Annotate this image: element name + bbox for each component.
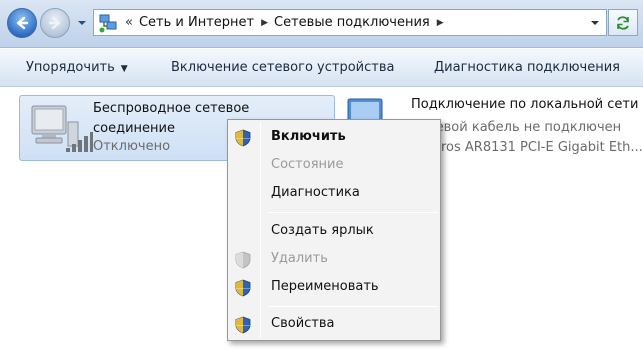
menu-item-enable-label: Включить [271,129,346,144]
menu-item-status-label: Состояние [271,157,344,172]
menu-item-diagnostics-label: Диагностика [271,185,360,200]
uac-shield-icon [235,279,251,297]
uac-shield-icon [235,129,251,147]
organize-button[interactable]: Упорядочить ▼ [26,60,128,75]
menu-item-create-shortcut[interactable]: Создать ярлык [228,219,440,245]
wireless-connection-status: Отключено [93,139,171,154]
forward-button[interactable] [40,8,70,38]
organize-label: Упорядочить [26,60,115,75]
arrow-left-icon [16,16,29,30]
menu-item-rename[interactable]: Переименовать [228,275,440,301]
uac-shield-disabled-icon [235,251,251,269]
diagnose-connection-button[interactable]: Диагностика подключения [434,60,620,75]
lan-connection-title[interactable]: Подключение по локальной сети [411,97,638,112]
menu-item-properties[interactable]: Свойства [228,312,440,338]
breadcrumb-network-connections[interactable]: Сетевые подключения [274,15,430,30]
address-bar[interactable]: « Сеть и Интернет ▶ Сетевые подключения … [93,9,607,36]
menu-separator [268,306,438,307]
chevron-down-icon: ▼ [120,64,128,74]
command-bar: Упорядочить ▼ Включение сетевого устройст… [0,49,643,87]
back-button[interactable] [7,8,37,38]
network-folder-icon [99,14,117,32]
breadcrumb-separator-icon[interactable]: ▶ [437,18,444,28]
recent-pages-dropdown-icon[interactable] [77,18,87,28]
arrow-right-icon [48,16,61,30]
refresh-icon [617,15,629,30]
refresh-button[interactable] [608,9,638,36]
menu-separator [268,212,438,213]
lan-adapter-model: Atheros AR8131 PCI-E Gigabit Eth... [411,140,643,155]
address-strip: « Сеть и Интернет ▶ Сетевые подключения … [0,0,643,48]
context-menu: Включить Состояние Диагностика Создать я… [227,119,441,341]
menu-item-delete-label: Удалить [271,251,328,266]
menu-item-status[interactable]: Состояние [228,153,440,179]
menu-item-rename-label: Переименовать [271,279,379,294]
menu-item-enable[interactable]: Включить [228,125,440,151]
wireless-adapter-icon [31,105,93,152]
lan-connection-status: Сетевой кабель не подключен [411,120,622,135]
breadcrumb-network-internet[interactable]: Сеть и Интернет [139,15,254,30]
menu-item-delete[interactable]: Удалить [228,247,440,273]
menu-item-diagnostics[interactable]: Диагностика [228,181,440,207]
address-history-dropdown-icon[interactable] [590,18,600,28]
enable-device-button[interactable]: Включение сетевого устройства [171,60,394,75]
uac-shield-icon [235,316,251,334]
breadcrumb-overflow-chevron[interactable]: « [125,15,133,30]
breadcrumb-separator-icon[interactable]: ▶ [261,18,268,28]
menu-item-properties-label: Свойства [271,316,335,331]
menu-item-create-shortcut-label: Создать ярлык [271,223,374,238]
